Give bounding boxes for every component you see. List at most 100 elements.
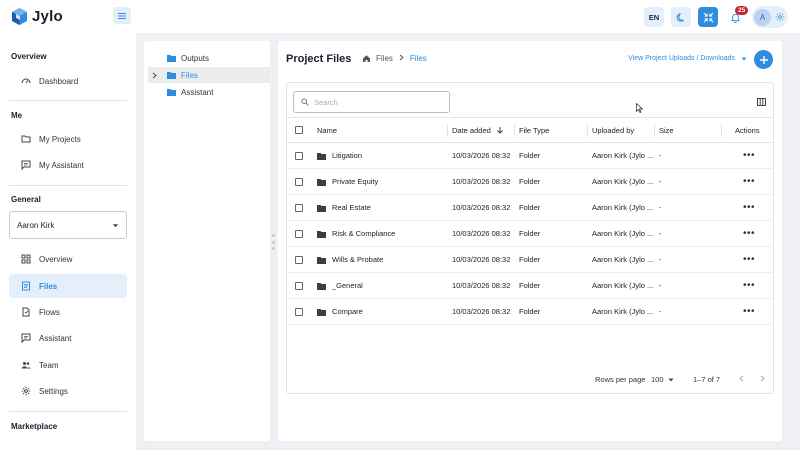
column-header-size[interactable]: Size — [659, 118, 674, 142]
column-header-label: Date added — [452, 125, 491, 135]
columns-icon — [757, 98, 766, 106]
file-name: Wills & Probate — [332, 255, 384, 264]
brand-logo[interactable]: Jylo — [11, 7, 63, 26]
size-cell: - — [659, 203, 662, 212]
panel-resize-handle[interactable] — [272, 234, 275, 250]
row-checkbox[interactable] — [295, 143, 303, 168]
sidebar-item-team[interactable]: Team — [9, 353, 127, 377]
file-name-cell[interactable]: Wills & Probate — [317, 247, 383, 272]
rows-per-page-value: 100 — [651, 375, 664, 384]
sidebar-item-my-assistant[interactable]: My Assistant — [9, 153, 127, 177]
file-name-cell[interactable]: Compare — [317, 299, 363, 324]
breadcrumb-item[interactable]: Files — [376, 54, 393, 63]
chevron-right-icon[interactable] — [148, 72, 161, 79]
column-settings-button[interactable] — [757, 98, 766, 108]
date-cell: 10/03/2026 08:32 — [452, 229, 511, 238]
type-cell: Folder — [519, 307, 541, 316]
chevron-right-icon — [398, 54, 405, 63]
file-name-cell[interactable]: Real Estate — [317, 195, 371, 220]
table-row[interactable]: Compare 10/03/2026 08:32 Folder Aaron Ki… — [287, 299, 773, 325]
sidebar-item-my-projects[interactable]: My Projects — [9, 127, 127, 151]
folder-icon — [317, 204, 326, 212]
date-cell: 10/03/2026 08:32 — [452, 177, 511, 186]
sidebar-item-overview[interactable]: Overview — [9, 247, 127, 271]
sidebar-item-flows[interactable]: Flows — [9, 300, 127, 324]
column-header-date-added[interactable]: Date added — [452, 118, 504, 142]
view-uploads-label: View Project Uploads / Downloads — [628, 55, 735, 62]
sidebar-item-dashboard[interactable]: Dashboard — [9, 69, 127, 93]
section-title-overview: Overview — [11, 52, 47, 61]
user-select[interactable]: Aaron Kirk — [9, 211, 127, 239]
rows-per-page-select[interactable]: 100 — [651, 375, 674, 384]
row-actions-button[interactable]: ••• — [743, 221, 755, 246]
row-actions-button[interactable]: ••• — [743, 247, 755, 272]
row-actions-button[interactable]: ••• — [743, 169, 755, 194]
file-name: Private Equity — [332, 177, 379, 186]
column-header-name[interactable]: Name — [317, 118, 337, 142]
file-name-cell[interactable]: Private Equity — [317, 169, 378, 194]
folder-tree: Outputs Files Assistant — [144, 41, 270, 441]
chevron-left-icon — [739, 375, 744, 382]
table-row[interactable]: Risk & Compliance 10/03/2026 08:32 Folde… — [287, 221, 773, 247]
plus-icon — [759, 55, 768, 64]
row-checkbox[interactable] — [295, 195, 303, 220]
row-actions-button[interactable]: ••• — [743, 143, 755, 168]
tree-item-outputs[interactable]: Outputs — [148, 50, 270, 66]
table-row[interactable]: Real Estate 10/03/2026 08:32 Folder Aaro… — [287, 195, 773, 221]
row-checkbox[interactable] — [295, 247, 303, 272]
sidebar: Overview Dashboard Me My Projects My Ass… — [0, 33, 136, 450]
folder-icon — [167, 71, 176, 79]
sidebar-item-label: Dashboard — [39, 76, 79, 86]
row-checkbox[interactable] — [295, 221, 303, 246]
sidebar-item-settings[interactable]: Settings — [9, 379, 127, 403]
file-name: Risk & Compliance — [332, 229, 396, 238]
row-actions-button[interactable]: ••• — [743, 299, 755, 324]
divider — [9, 411, 127, 412]
user-menu[interactable]: A — [752, 6, 788, 28]
table-row[interactable]: _General 10/03/2026 08:32 Folder Aaron K… — [287, 273, 773, 299]
column-header-file-type[interactable]: File Type — [519, 118, 549, 142]
row-actions-button[interactable]: ••• — [743, 273, 755, 298]
uploaded-by-cell: Aaron Kirk (Jylo ... — [592, 229, 654, 238]
sidebar-item-assistant[interactable]: Assistant — [9, 326, 127, 350]
row-actions-button[interactable]: ••• — [743, 195, 755, 220]
notifications-button[interactable]: 25 — [725, 6, 749, 27]
collapse-view-button[interactable] — [698, 7, 718, 27]
column-header-uploaded-by[interactable]: Uploaded by — [592, 118, 634, 142]
search-icon — [301, 98, 309, 106]
main-panel: Project Files Files Files View Project U… — [278, 41, 782, 441]
table-row[interactable]: Litigation 10/03/2026 08:32 Folder Aaron… — [287, 143, 773, 169]
date-cell: 10/03/2026 08:32 — [452, 255, 511, 264]
table-row[interactable]: Private Equity 10/03/2026 08:32 Folder A… — [287, 169, 773, 195]
row-checkbox[interactable] — [295, 299, 303, 324]
previous-page-button[interactable] — [738, 375, 745, 384]
row-checkbox[interactable] — [295, 169, 303, 194]
next-page-button[interactable] — [759, 375, 766, 384]
sidebar-item-label: Team — [39, 360, 59, 370]
gear-icon — [21, 386, 31, 396]
language-button[interactable]: EN — [644, 7, 664, 27]
caret-down-icon — [741, 57, 747, 60]
menu-toggle-button[interactable] — [113, 7, 131, 24]
search-input[interactable]: Search — [293, 91, 450, 113]
row-checkbox[interactable] — [295, 273, 303, 298]
table-row[interactable]: Wills & Probate 10/03/2026 08:32 Folder … — [287, 247, 773, 273]
add-button[interactable] — [754, 50, 773, 69]
folder-icon — [167, 54, 176, 62]
rows-per-page-label: Rows per page — [595, 375, 646, 384]
column-header-actions: Actions — [735, 125, 760, 135]
table-body: Litigation 10/03/2026 08:32 Folder Aaron… — [287, 143, 773, 325]
menu-icon — [118, 12, 126, 19]
theme-toggle-button[interactable] — [671, 7, 691, 27]
file-name-cell[interactable]: _General — [317, 273, 363, 298]
caret-down-icon — [112, 223, 119, 227]
sidebar-item-files[interactable]: Files — [9, 274, 127, 298]
file-name-cell[interactable]: Risk & Compliance — [317, 221, 395, 246]
select-all-checkbox[interactable] — [295, 118, 303, 142]
tree-item-files[interactable]: Files — [148, 67, 270, 83]
tree-item-label: Assistant — [181, 87, 214, 97]
file-name-cell[interactable]: Litigation — [317, 143, 362, 168]
chevron-right-icon — [760, 375, 765, 382]
view-uploads-dropdown[interactable]: View Project Uploads / Downloads — [628, 55, 747, 62]
tree-item-assistant[interactable]: Assistant — [148, 84, 270, 100]
